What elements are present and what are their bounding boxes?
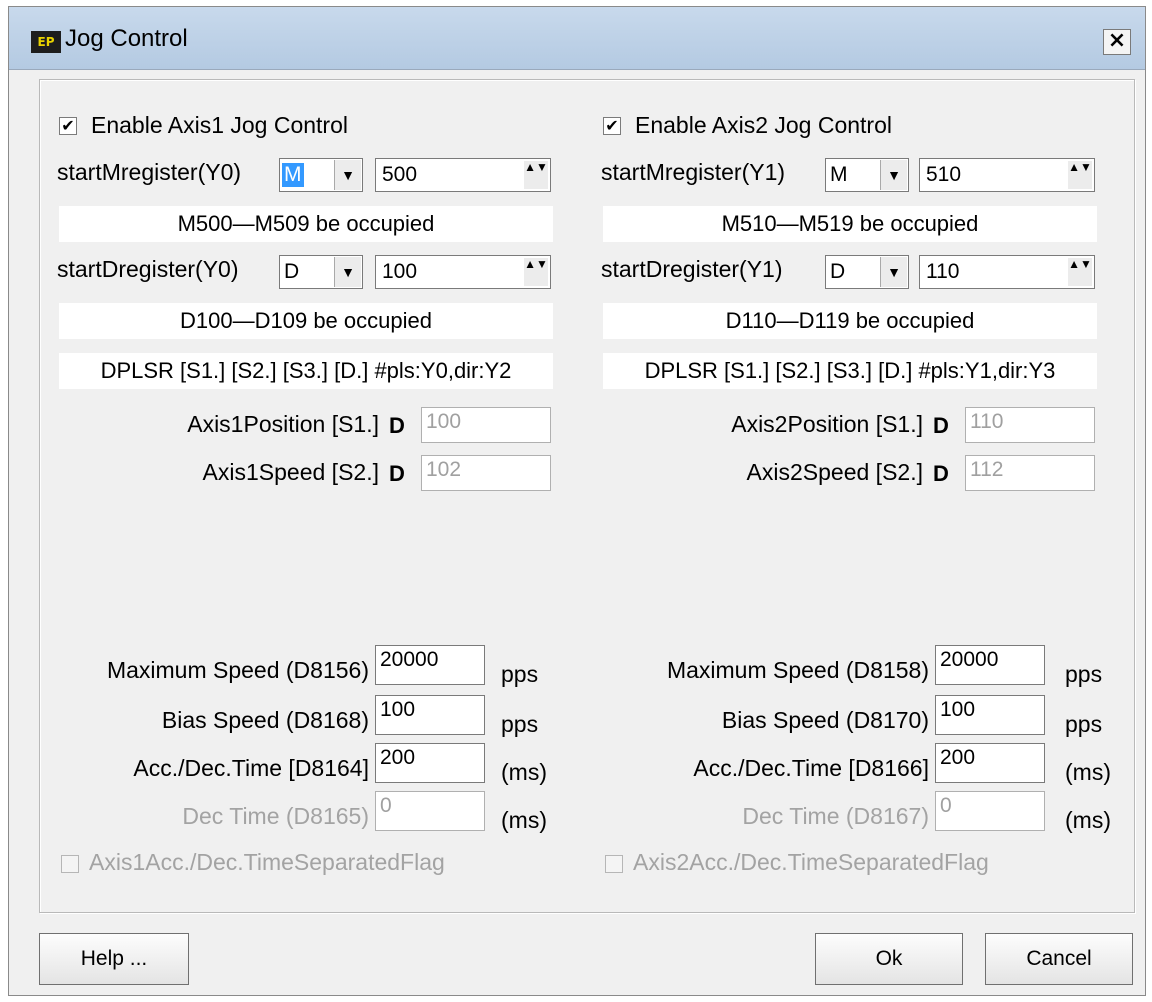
axis2-position-reg: D [933,413,949,438]
axis1-start-m-label: startMregister(Y0) [57,159,242,185]
axis1-dec-time-input: 0 [375,791,485,831]
axis1-start-d-label: startDregister(Y0) [57,256,239,282]
enable-axis1-checkbox[interactable]: ✔ [59,117,77,135]
axis1-separated-flag-label: Axis1Acc./Dec.TimeSeparatedFlag [89,849,445,875]
axis1-m-info: M500—M509 be occupied [59,206,553,242]
axis1-acc-time-input[interactable]: 200 [375,743,485,783]
axis2-dec-time-unit: (ms) [1065,807,1111,833]
axis1-m-value: 500 [382,163,418,186]
enable-axis2-checkbox[interactable]: ✔ [603,117,621,135]
axis2-max-speed-input[interactable]: 20000 [935,645,1045,685]
axis1-m-type-select[interactable]: M ▼ [279,158,363,192]
axis2-start-m-label: startMregister(Y1) [601,159,786,185]
axis1-dec-time-unit: (ms) [501,807,547,833]
axis2-separated-flag-label: Axis2Acc./Dec.TimeSeparatedFlag [633,849,989,875]
axis2-instruction: DPLSR [S1.] [S2.] [S3.] [D.] #pls:Y1,dir… [603,353,1097,389]
axis1-m-type-value: M [282,163,304,187]
axis2-m-type-value: M [830,163,848,186]
title-bar[interactable]: EP Jog Control × [9,7,1145,70]
axis2-speed-field: 112 [965,455,1095,491]
help-button[interactable]: Help ... [39,933,189,985]
axis1-speed-field: 102 [421,455,551,491]
axis2-separated-flag-checkbox[interactable]: ✔ [605,855,623,873]
chevron-down-icon[interactable]: ▼ [880,160,907,190]
axis1-bias-speed-input[interactable]: 100 [375,695,485,735]
axis1-speed-label: Axis1Speed [S2.] [202,459,379,485]
close-button[interactable]: × [1103,29,1131,55]
axis2-m-type-select[interactable]: M ▼ [825,158,909,192]
axis2-position-label: Axis2Position [S1.] [731,411,923,437]
axis2-m-value-spinner[interactable]: 510 ▲▼ [919,158,1095,192]
axis2-d-value-spinner[interactable]: 110 ▲▼ [919,255,1095,289]
axis1-max-speed-unit: pps [501,661,539,687]
spin-arrows-icon[interactable]: ▲▼ [1068,161,1092,189]
axis1-instruction: DPLSR [S1.] [S2.] [S3.] [D.] #pls:Y0,dir… [59,353,553,389]
enable-axis1-label: Enable Axis1 Jog Control [91,112,348,138]
window-title: Jog Control [65,25,188,52]
axis2-d-value: 110 [926,260,960,283]
axis1-d-info: D100—D109 be occupied [59,303,553,339]
app-icon: EP [31,31,61,53]
axis1-bias-speed-unit: pps [501,711,539,737]
axis2-start-d-label: startDregister(Y1) [601,256,783,282]
axis2-speed-reg: D [933,461,949,486]
axis1-acc-time-label: Acc./Dec.Time [D8164] [133,755,369,781]
axis2-acc-time-label: Acc./Dec.Time [D8166] [693,755,929,781]
axis2-bias-speed-unit: pps [1065,711,1103,737]
axis2-dec-time-input: 0 [935,791,1045,831]
axis2-d-type-select[interactable]: D ▼ [825,255,909,289]
axis2-dec-time-label: Dec Time (D8167) [742,803,929,829]
axis1-position-field: 100 [421,407,551,443]
cancel-button[interactable]: Cancel [985,933,1133,985]
axis1-d-value: 100 [382,260,418,283]
chevron-down-icon[interactable]: ▼ [334,160,361,190]
axis1-speed-reg: D [389,461,405,486]
axis2-acc-time-unit: (ms) [1065,759,1111,785]
spin-arrows-icon[interactable]: ▲▼ [1068,258,1092,286]
axis1-max-speed-label: Maximum Speed (D8156) [106,657,369,683]
ok-button[interactable]: Ok [815,933,963,985]
axis2-m-info: M510—M519 be occupied [603,206,1097,242]
axis1-separated-flag-checkbox[interactable]: ✔ [61,855,79,873]
axis1-bias-speed-label: Bias Speed (D8168) [161,707,369,733]
axis2-speed-label: Axis2Speed [S2.] [746,459,923,485]
axis2-d-info: D110—D119 be occupied [603,303,1097,339]
axis2-max-speed-unit: pps [1065,661,1103,687]
spin-arrows-icon[interactable]: ▲▼ [524,258,548,286]
axis2-bias-speed-input[interactable]: 100 [935,695,1045,735]
spin-arrows-icon[interactable]: ▲▼ [524,161,548,189]
chevron-down-icon[interactable]: ▼ [334,257,361,287]
chevron-down-icon[interactable]: ▼ [880,257,907,287]
axis1-acc-time-unit: (ms) [501,759,547,785]
enable-axis2-label: Enable Axis2 Jog Control [635,112,892,138]
axis1-d-type-select[interactable]: D ▼ [279,255,363,289]
settings-group [39,79,1135,913]
axis2-d-type-value: D [830,260,846,283]
axis2-m-value: 510 [926,163,962,186]
axis2-max-speed-label: Maximum Speed (D8158) [666,657,929,683]
jog-control-dialog: EP Jog Control × ✔ Enable Axis1 Jog Cont… [8,6,1146,996]
axis2-position-field: 110 [965,407,1095,443]
axis1-d-value-spinner[interactable]: 100 ▲▼ [375,255,551,289]
axis1-position-label: Axis1Position [S1.] [187,411,379,437]
axis2-acc-time-input[interactable]: 200 [935,743,1045,783]
axis1-m-value-spinner[interactable]: 500 ▲▼ [375,158,551,192]
axis2-bias-speed-label: Bias Speed (D8170) [721,707,929,733]
axis1-dec-time-label: Dec Time (D8165) [182,803,369,829]
axis1-max-speed-input[interactable]: 20000 [375,645,485,685]
axis1-d-type-value: D [284,260,300,283]
axis1-position-reg: D [389,413,405,438]
